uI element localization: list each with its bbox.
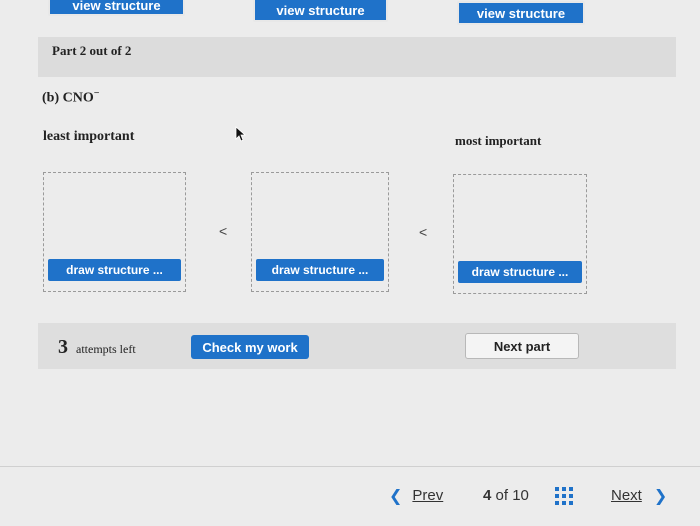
- mouse-cursor-icon: [235, 126, 247, 147]
- view-structure-button-3[interactable]: view structure: [457, 1, 585, 25]
- most-important-label: most important: [455, 133, 542, 148]
- page-current: 4: [483, 487, 492, 504]
- next-link[interactable]: Next ❯: [611, 486, 667, 505]
- draw-structure-button-3[interactable]: draw structure ...: [458, 261, 582, 283]
- question-text: (b) CNO: [42, 90, 94, 106]
- page-total: 10: [512, 487, 529, 504]
- view-structure-button-1[interactable]: view structure: [48, 0, 185, 16]
- structure-slot-2[interactable]: draw structure ...: [251, 172, 389, 292]
- less-than-sign-2: <: [419, 224, 428, 240]
- structure-slot-1[interactable]: draw structure ...: [43, 172, 186, 292]
- least-important-label: least important: [43, 129, 135, 144]
- question-label: (b) CNO−: [42, 88, 99, 107]
- grid-menu-icon[interactable]: [555, 487, 573, 510]
- structure-slot-3[interactable]: draw structure ...: [453, 174, 587, 294]
- action-bar: 3 attempts left Check my work Next part: [38, 323, 676, 369]
- view-structure-button-2[interactable]: view structure: [253, 0, 388, 22]
- next-part-button[interactable]: Next part: [465, 333, 579, 359]
- footer-divider: [0, 466, 700, 467]
- page-of: of: [495, 487, 509, 504]
- prev-label: Prev: [412, 487, 444, 504]
- page-indicator: 4 of 10: [483, 487, 529, 504]
- chevron-left-icon: ❮: [389, 486, 403, 505]
- less-than-sign-1: <: [219, 223, 228, 239]
- question-charge: −: [93, 88, 100, 99]
- part-header-bar: Part 2 out of 2: [38, 37, 676, 77]
- draw-structure-button-1[interactable]: draw structure ...: [48, 259, 181, 281]
- prev-link[interactable]: ❮ Prev: [389, 486, 443, 505]
- check-my-work-button[interactable]: Check my work: [191, 335, 309, 359]
- next-label: Next: [611, 487, 642, 504]
- attempts-text: attempts left: [76, 342, 136, 356]
- draw-structure-button-2[interactable]: draw structure ...: [256, 259, 384, 281]
- attempts-count: 3: [58, 336, 68, 358]
- chevron-right-icon: ❯: [653, 486, 668, 505]
- part-label: Part 2 out of 2: [52, 43, 132, 58]
